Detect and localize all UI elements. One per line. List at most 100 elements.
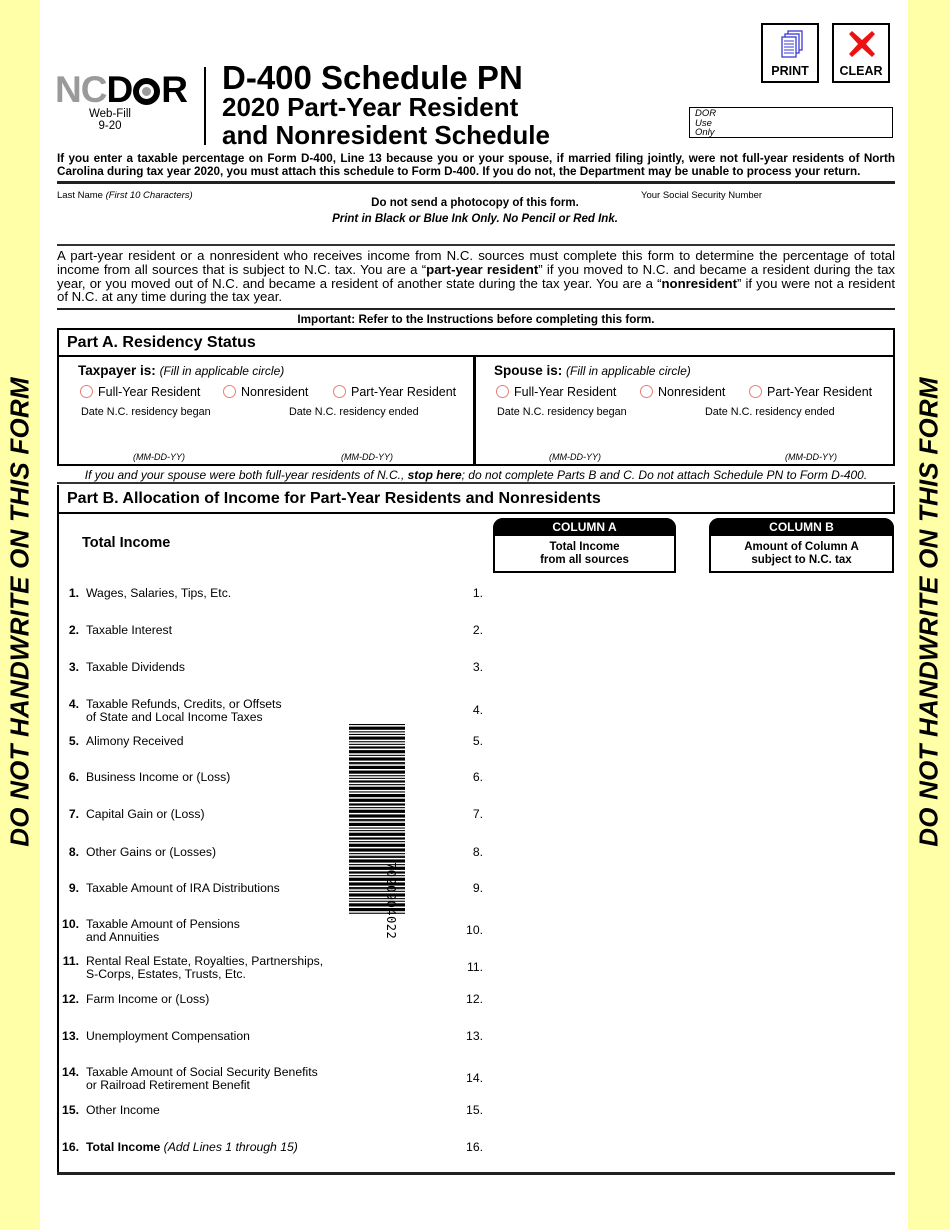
line-text-continued: S-Corps, Estates, Trusts, Etc. [86, 966, 246, 981]
line-text: Other Income [86, 1103, 160, 1117]
column-a-amount-field[interactable] [493, 657, 676, 679]
column-b-amount-field[interactable] [709, 957, 894, 979]
column-a-amount-field[interactable] [493, 957, 676, 979]
print-label: PRINT [771, 64, 809, 78]
print-button[interactable]: PRINT [761, 23, 819, 83]
radio-circle-icon[interactable] [223, 385, 236, 398]
column-a-amount-field[interactable] [493, 989, 676, 1011]
column-a-amount-field[interactable] [493, 767, 676, 789]
taxpayer-option-part-year[interactable]: Part-Year Resident [333, 385, 456, 399]
column-b-amount-field[interactable] [709, 1026, 894, 1048]
column-b-amount-field[interactable] [709, 878, 894, 900]
taxpayer-option-full-year[interactable]: Full-Year Resident [80, 385, 200, 399]
column-b-description: Amount of Column A subject to N.C. tax [711, 536, 892, 566]
barcode-bar [349, 754, 405, 756]
line-description: Farm Income or (Loss) [86, 993, 209, 1006]
column-b-amount-field[interactable] [709, 989, 894, 1011]
column-a-amount-field[interactable] [493, 583, 676, 605]
taxpayer-ended-date-field[interactable] [289, 422, 459, 446]
taxpayer-heading-label: Taxpayer is: [78, 363, 156, 378]
spouse-began-date-field[interactable] [496, 422, 666, 446]
line-description: Taxable Amount of Pensions and Annuities [86, 918, 240, 943]
line-description: Rental Real Estate, Royalties, Partnersh… [86, 955, 323, 980]
logo-nc: NC [55, 69, 107, 110]
column-a-amount-field[interactable] [493, 1100, 676, 1122]
line-text: Taxable Amount of IRA Distributions [86, 881, 280, 895]
column-b-title: COLUMN B [709, 518, 894, 536]
column-a-amount-field[interactable] [493, 1068, 676, 1090]
column-b-amount-field[interactable] [709, 804, 894, 826]
last-name-label: Last Name (First 10 Characters) [57, 190, 193, 201]
column-b-amount-field[interactable] [709, 842, 894, 864]
column-b-amount-field[interactable] [709, 1100, 894, 1122]
divider [57, 308, 895, 310]
web-fill-version: Web-Fill 9-20 [80, 108, 140, 132]
column-b-amount-field[interactable] [709, 620, 894, 642]
last-name-field[interactable] [57, 203, 237, 231]
barcode-bar [349, 726, 405, 730]
part-b-header: Part B. Allocation of Income for Part-Ye… [57, 485, 895, 514]
column-b-amount-field[interactable] [709, 1137, 894, 1159]
spouse-option-full-year[interactable]: Full-Year Resident [496, 385, 616, 399]
ncdor-logo: NCD R [55, 69, 188, 110]
important-note: Important: Refer to the Instructions bef… [297, 313, 655, 326]
column-b-amount-field[interactable] [709, 700, 894, 722]
line-number: 15. [62, 1103, 79, 1117]
spouse-option-nonresident[interactable]: Nonresident [640, 385, 725, 399]
radio-circle-icon[interactable] [749, 385, 762, 398]
taxpayer-hint: (Fill in applicable circle) [159, 364, 285, 378]
line-reference-number: 7. [472, 807, 483, 821]
radio-circle-icon[interactable] [640, 385, 653, 398]
ink-note: Print in Black or Blue Ink Only. No Penc… [332, 213, 618, 225]
column-a-amount-field[interactable] [493, 878, 676, 900]
column-a-amount-field[interactable] [493, 1026, 676, 1048]
spouse-ended-date-field[interactable] [705, 422, 875, 446]
line-number: 12. [62, 992, 79, 1006]
line-text: Taxable Dividends [86, 660, 185, 674]
spouse-hint: (Fill in applicable circle) [566, 364, 691, 378]
taxpayer-heading: Taxpayer is: (Fill in applicable circle) [78, 363, 284, 378]
column-a-amount-field[interactable] [493, 804, 676, 826]
column-a-amount-field[interactable] [493, 700, 676, 722]
option-label: Part-Year Resident [351, 385, 457, 399]
barcode-number: 7020904022 [384, 862, 398, 940]
left-warning-banner: DO NOT HANDWRITE ON THIS FORM [0, 0, 40, 1230]
barcode-bar [349, 736, 405, 740]
line-text: Rental Real Estate, Royalties, Partnersh… [86, 954, 324, 968]
divider [57, 181, 895, 184]
spouse-option-part-year[interactable]: Part-Year Resident [749, 385, 872, 399]
column-a-amount-field[interactable] [493, 1137, 676, 1159]
barcode-bar [349, 832, 405, 836]
radio-circle-icon[interactable] [333, 385, 346, 398]
column-a-amount-field[interactable] [493, 842, 676, 864]
line-reference-number: 14. [466, 1071, 483, 1085]
barcode-bar [349, 786, 405, 790]
column-b-amount-field[interactable] [709, 583, 894, 605]
column-b-amount-field[interactable] [709, 920, 894, 942]
column-a-amount-field[interactable] [493, 920, 676, 942]
column-b-amount-field[interactable] [709, 657, 894, 679]
last-name-hint: (First 10 Characters) [105, 190, 193, 201]
radio-circle-icon[interactable] [496, 385, 509, 398]
option-label: Nonresident [241, 385, 309, 399]
column-a-header: COLUMN A Total Income from all sources [493, 518, 676, 573]
column-a-amount-field[interactable] [493, 731, 676, 753]
barcode-bar [349, 841, 405, 843]
clear-button[interactable]: CLEAR [832, 23, 890, 83]
logo-d: D [106, 69, 133, 110]
line-reference-number: 2. [472, 623, 483, 637]
radio-circle-icon[interactable] [80, 385, 93, 398]
line-reference-number: 12. [466, 992, 483, 1006]
column-b-amount-field[interactable] [709, 731, 894, 753]
column-b-amount-field[interactable] [709, 767, 894, 789]
line-text: Taxable Amount of Pensions [86, 917, 240, 931]
clear-x-icon [849, 31, 875, 57]
taxpayer-option-nonresident[interactable]: Nonresident [223, 385, 308, 399]
divider [57, 244, 895, 246]
taxpayer-began-date-field[interactable] [80, 422, 250, 446]
column-b-amount-field[interactable] [709, 1068, 894, 1090]
column-a-amount-field[interactable] [493, 620, 676, 642]
line-text: Taxable Refunds, Credits, or Offsets [86, 697, 282, 711]
column-a-description: Total Income from all sources [495, 536, 674, 566]
dor-use-only-box: DOR Use Only [689, 107, 893, 138]
